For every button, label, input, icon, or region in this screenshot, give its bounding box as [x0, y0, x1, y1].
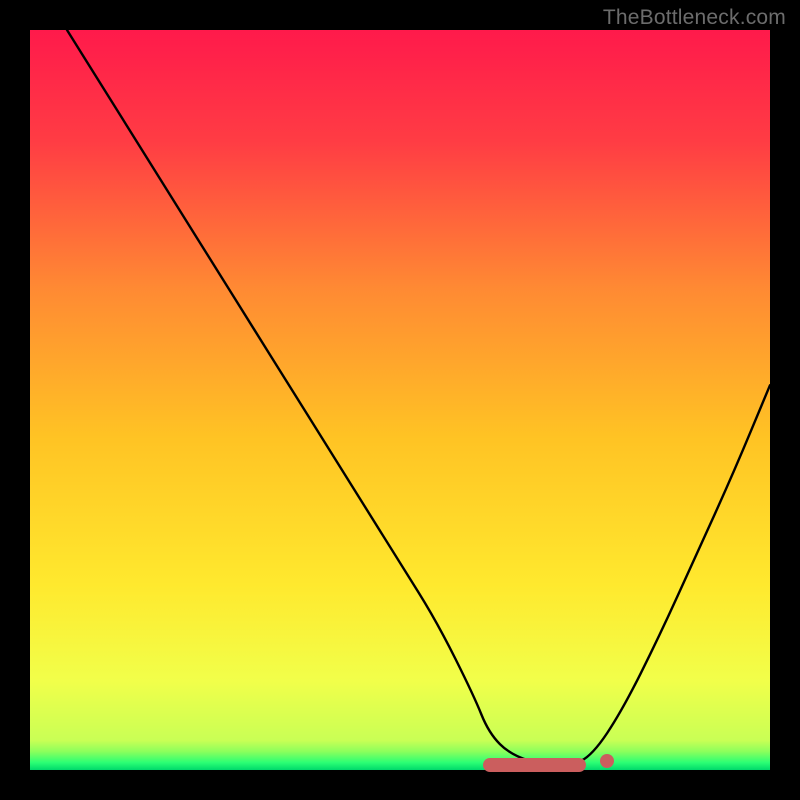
chart-canvas: TheBottleneck.com	[0, 0, 800, 800]
plot-area	[30, 30, 770, 770]
watermark-text: TheBottleneck.com	[603, 6, 786, 30]
optimal-range-marker	[483, 758, 587, 772]
bottleneck-curve	[30, 30, 770, 770]
